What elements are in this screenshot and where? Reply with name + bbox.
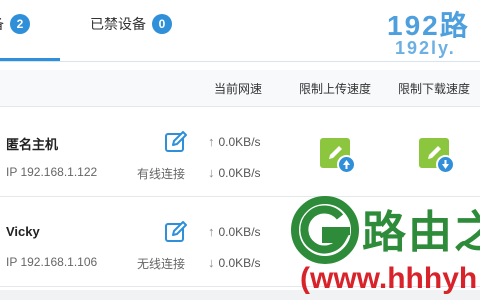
header-current-speed: 当前网速 (214, 82, 263, 96)
tab-connected-label: 备 (0, 14, 4, 34)
upload-arrow-icon (337, 155, 356, 174)
connection-type: 有线连接 (137, 167, 186, 181)
arrow-up-icon: ↑ (208, 224, 215, 239)
banned-count-badge: 0 (152, 14, 172, 34)
table-row: 匿名主机 IP 192.168.1.122 有线连接 ↑ 0.0KB/s ↓ 0.0… (0, 110, 480, 197)
connected-count-badge: 2 (10, 14, 30, 34)
arrow-down-icon: ↓ (208, 255, 215, 270)
upload-speed: ↑ 0.0KB/s (208, 134, 261, 149)
header-limit-upload: 限制上传速度 (299, 82, 372, 96)
header-limit-download: 限制下载速度 (398, 82, 471, 96)
download-speed: ↓ 0.0KB/s (208, 165, 261, 180)
device-ip: IP 192.168.1.106 (6, 255, 98, 269)
edit-icon[interactable] (164, 220, 188, 244)
tab-banned-label: 已禁设备 (90, 16, 146, 32)
upload-speed-value: 0.0KB/s (218, 225, 261, 239)
watermark-url-text: (www.hhhyh (300, 262, 478, 295)
connection-type: 无线连接 (137, 257, 186, 271)
download-speed-value: 0.0KB/s (218, 166, 261, 180)
device-ip: IP 192.168.1.122 (6, 165, 98, 179)
watermark-logo-icon (291, 196, 359, 264)
limit-download-button[interactable] (419, 138, 455, 174)
watermark-brand-text: 路由之 (362, 208, 480, 257)
table-header: 当前网速 限制上传速度 限制下载速度 (0, 70, 480, 107)
tab-connected-devices[interactable]: 备 2 (0, 10, 30, 38)
download-arrow-icon (436, 155, 455, 174)
download-speed-value: 0.0KB/s (218, 256, 261, 270)
edit-icon[interactable] (164, 130, 188, 154)
device-name: Vicky (6, 224, 40, 239)
download-speed: ↓ 0.0KB/s (208, 255, 261, 270)
limit-upload-button[interactable] (320, 138, 356, 174)
device-management-panel: 备 2 已禁设备 0 当前网速 限制上传速度 限制下载速度 匿名主机 IP 19… (0, 0, 480, 300)
tab-banned-devices[interactable]: 已禁设备 0 (90, 10, 172, 38)
upload-speed-value: 0.0KB/s (218, 135, 261, 149)
arrow-down-icon: ↓ (208, 165, 215, 180)
arrow-up-icon: ↑ (208, 134, 215, 149)
device-name: 匿名主机 (6, 137, 59, 152)
watermark-192ly-text: 192ly. (395, 38, 456, 58)
upload-speed: ↑ 0.0KB/s (208, 224, 261, 239)
watermark-192ly: 192路 192ly. (375, 4, 480, 62)
